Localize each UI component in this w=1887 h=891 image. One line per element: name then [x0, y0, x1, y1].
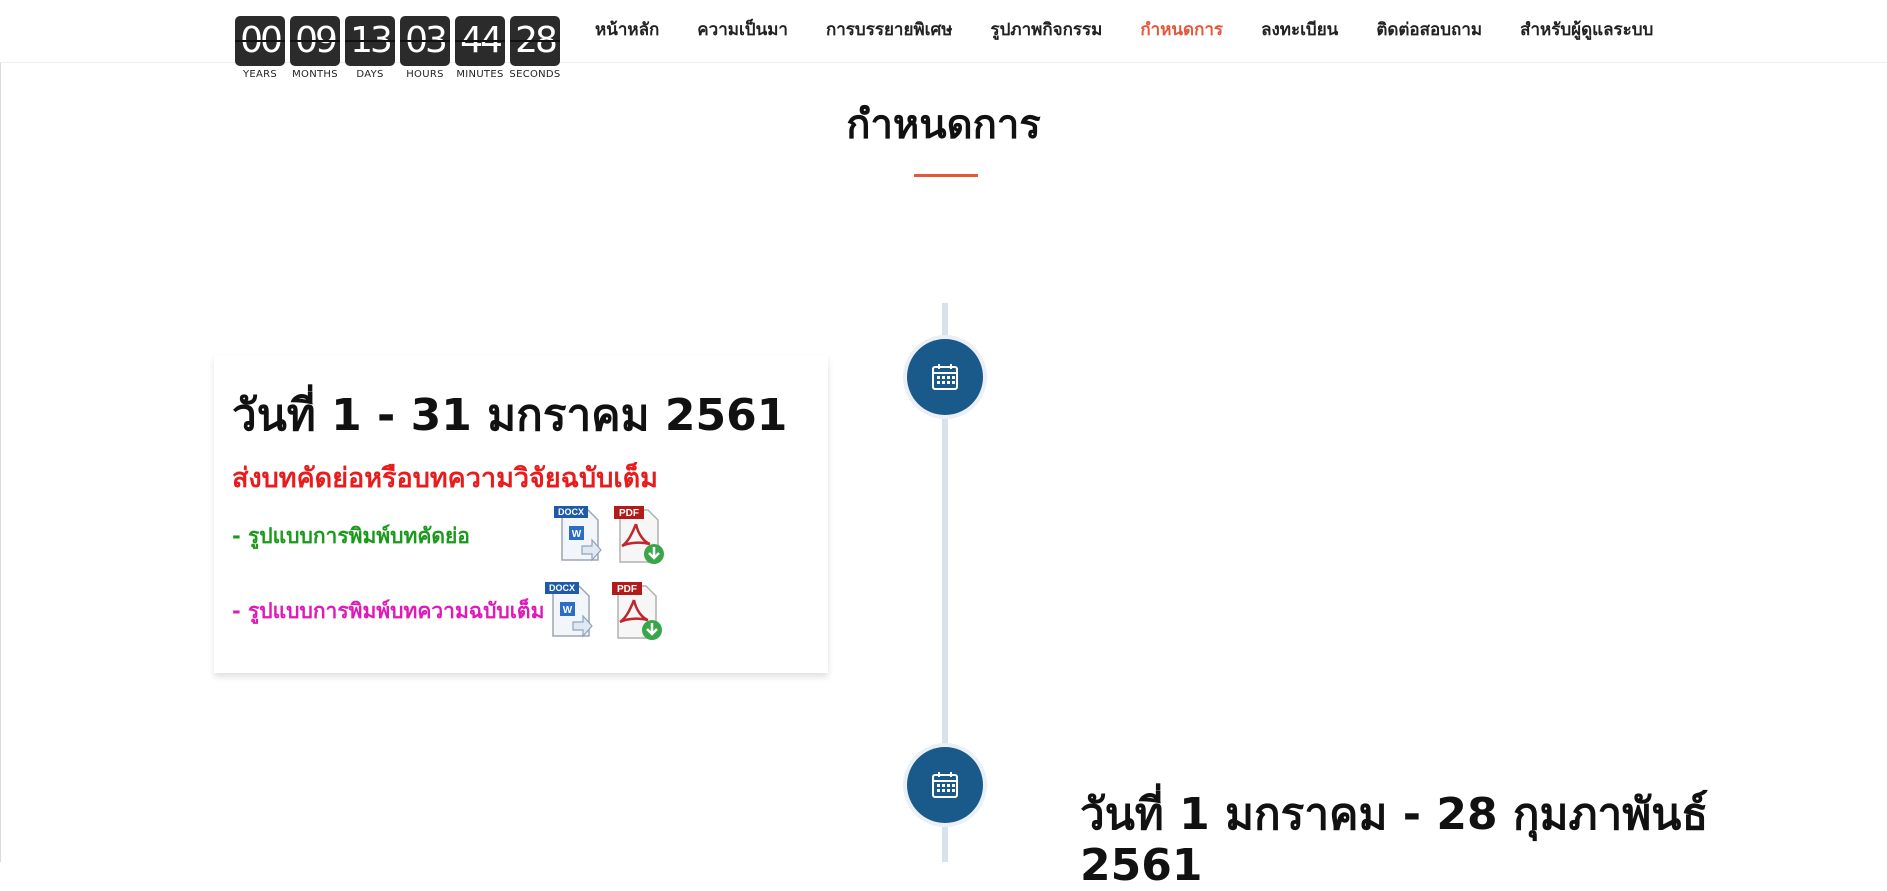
- svg-text:W: W: [572, 529, 582, 540]
- docx-badge: DOCX: [549, 583, 575, 593]
- countdown-label: MINUTES: [456, 69, 504, 80]
- pdf-badge: PDF: [619, 508, 639, 519]
- docx-file-icon[interactable]: DOCX W: [543, 580, 599, 642]
- calendar-icon: [932, 364, 958, 390]
- fullpaper-format-link[interactable]: - รูปแบบการพิมพ์บทความฉบับเต็ม: [232, 595, 544, 628]
- nav-contact[interactable]: ติดต่อสอบถาม: [1376, 16, 1482, 43]
- nav-schedule[interactable]: กำหนดการ: [1140, 16, 1223, 43]
- title-divider: [914, 174, 978, 177]
- svg-text:W: W: [563, 605, 573, 616]
- countdown-label: DAYS: [356, 69, 384, 80]
- nav-home[interactable]: หน้าหลัก: [595, 16, 659, 43]
- countdown-seconds: 28 SECONDS: [509, 16, 561, 80]
- pdf-badge: PDF: [617, 584, 637, 595]
- timeline-heading-1: ส่งบทคัดย่อหรือบทความวิจัยฉบับเต็ม: [232, 463, 658, 494]
- countdown-value: 28: [510, 16, 560, 66]
- countdown-years: 00 YEARS: [235, 16, 285, 80]
- nav-background[interactable]: ความเป็นมา: [697, 16, 788, 43]
- countdown-value: 00: [235, 16, 285, 66]
- nav-register[interactable]: ลงทะเบียน: [1261, 16, 1338, 43]
- pdf-download-icon[interactable]: PDF: [612, 504, 668, 566]
- countdown-value: 44: [455, 16, 505, 66]
- nav-admin[interactable]: สำหรับผู้ดูแลระบบ: [1520, 16, 1653, 43]
- countdown-label: YEARS: [242, 69, 278, 80]
- pdf-download-icon[interactable]: PDF: [610, 580, 666, 642]
- main-nav: หน้าหลัก ความเป็นมา การบรรยายพิเศษ รูปภา…: [595, 16, 1653, 43]
- nav-special-lecture[interactable]: การบรรยายพิเศษ: [826, 16, 953, 43]
- header-bar: 00 YEARS 09 MONTHS 13 DAYS 03 HOURS 44 M…: [0, 0, 1887, 80]
- timeline-marker-1: [907, 339, 983, 415]
- abstract-format-link[interactable]: - รูปแบบการพิมพ์บทคัดย่อ: [232, 520, 470, 553]
- timeline-date-1: วันที่ 1 - 31 มกราคม 2561: [232, 390, 788, 441]
- docx-file-icon[interactable]: DOCX W: [552, 504, 608, 566]
- docx-badge: DOCX: [558, 507, 584, 517]
- calendar-icon: [932, 772, 958, 798]
- countdown-label: SECONDS: [509, 69, 561, 80]
- countdown-months: 09 MONTHS: [290, 16, 340, 80]
- countdown-value: 09: [290, 16, 340, 66]
- countdown-value: 03: [400, 16, 450, 66]
- countdown-label: HOURS: [406, 69, 444, 80]
- countdown-days: 13 DAYS: [345, 16, 395, 80]
- countdown-timer: 00 YEARS 09 MONTHS 13 DAYS 03 HOURS 44 M…: [235, 16, 560, 80]
- countdown-minutes: 44 MINUTES: [455, 16, 505, 80]
- countdown-hours: 03 HOURS: [400, 16, 450, 80]
- page-title: กำหนดการ: [846, 102, 1041, 148]
- countdown-label: MONTHS: [292, 69, 338, 80]
- timeline-date-2: วันที่ 1 มกราคม - 28 กุมภาพันธ์ 2561: [1080, 789, 1709, 891]
- timeline-marker-2: [907, 747, 983, 823]
- nav-gallery[interactable]: รูปภาพกิจกรรม: [990, 16, 1102, 43]
- countdown-value: 13: [345, 16, 395, 66]
